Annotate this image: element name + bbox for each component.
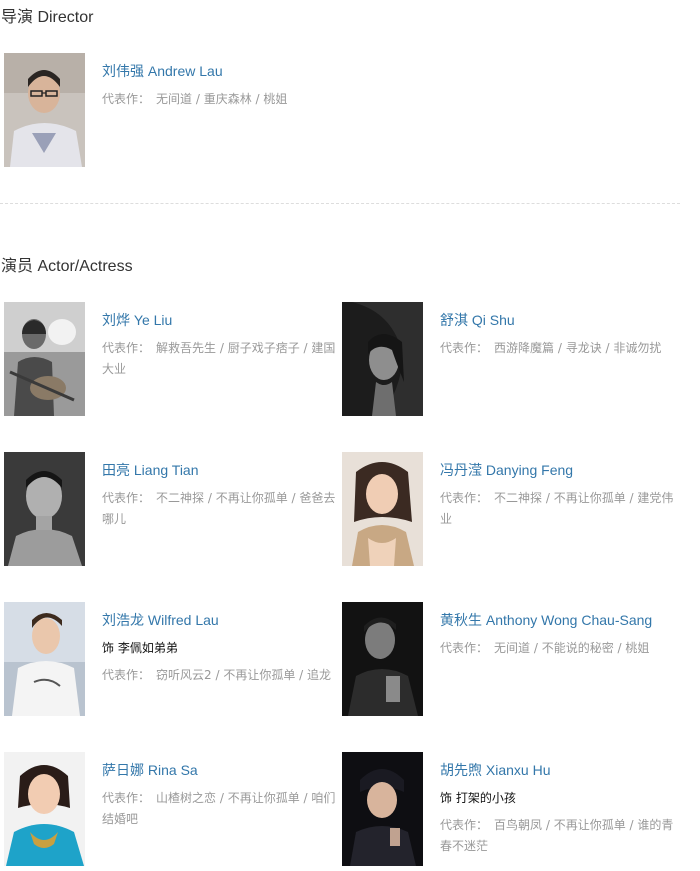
works-label: 代表作： bbox=[440, 491, 489, 505]
actor-photo[interactable] bbox=[4, 452, 85, 566]
actor-works: 代表作： 不二神探 / 不再让你孤单 / 建党伟业 bbox=[440, 488, 678, 530]
actor-name-link[interactable]: 萨日娜 Rina Sa bbox=[102, 760, 198, 780]
works-label: 代表作： bbox=[102, 341, 151, 355]
director-photo[interactable] bbox=[4, 53, 85, 167]
actor-works: 代表作： 无间道 / 不能说的秘密 / 桃姐 bbox=[440, 638, 678, 659]
section-divider bbox=[0, 203, 680, 204]
works-label: 代表作： bbox=[102, 92, 151, 106]
actor-name-link[interactable]: 舒淇 Qi Shu bbox=[440, 310, 515, 330]
actor-role: 饰 打架的小孩 bbox=[440, 791, 516, 805]
actor-name-link[interactable]: 刘烨 Ye Liu bbox=[102, 310, 172, 330]
actor-photo[interactable] bbox=[4, 302, 85, 416]
actor-works: 代表作： 不二神探 / 不再让你孤单 / 爸爸去哪儿 bbox=[102, 488, 340, 530]
actor-photo[interactable] bbox=[342, 602, 423, 716]
actor-works: 代表作： 西游降魔篇 / 寻龙诀 / 非诚勿扰 bbox=[440, 338, 678, 359]
actor-photo[interactable] bbox=[342, 302, 423, 416]
actor-name-link[interactable]: 胡先煦 Xianxu Hu bbox=[440, 760, 550, 780]
actor-name-link[interactable]: 田亮 Liang Tian bbox=[102, 460, 199, 480]
actor-photo[interactable] bbox=[342, 752, 423, 866]
works-list: 无间道 / 不能说的秘密 / 桃姐 bbox=[494, 641, 650, 655]
works-list: 西游降魔篇 / 寻龙诀 / 非诚勿扰 bbox=[494, 341, 662, 355]
actor-photo[interactable] bbox=[342, 452, 423, 566]
works-label: 代表作： bbox=[102, 668, 151, 682]
actor-name-link[interactable]: 刘浩龙 Wilfred Lau bbox=[102, 610, 219, 630]
director-works: 代表作： 无间道 / 重庆森林 / 桃姐 bbox=[102, 89, 340, 110]
portrait-photo-icon bbox=[342, 452, 423, 566]
works-label: 代表作： bbox=[102, 791, 151, 805]
portrait-photo-icon bbox=[4, 53, 85, 167]
director-name-link[interactable]: 刘伟强 Andrew Lau bbox=[102, 61, 223, 81]
actor-role: 饰 李佩如弟弟 bbox=[102, 641, 178, 655]
works-label: 代表作： bbox=[440, 818, 489, 832]
actor-works: 代表作： 山楂树之恋 / 不再让你孤单 / 咱们结婚吧 bbox=[102, 788, 340, 830]
actor-name-link[interactable]: 冯丹滢 Danying Feng bbox=[440, 460, 573, 480]
works-label: 代表作： bbox=[102, 491, 151, 505]
portrait-photo-icon bbox=[4, 452, 85, 566]
works-label: 代表作： bbox=[440, 641, 489, 655]
portrait-photo-icon bbox=[4, 302, 85, 416]
portrait-photo-icon bbox=[4, 602, 85, 716]
actor-works: 代表作： 百鸟朝凤 / 不再让你孤单 / 谁的青春不迷茫 bbox=[440, 815, 678, 857]
portrait-photo-icon bbox=[342, 602, 423, 716]
actor-section-title: 演员 Actor/Actress bbox=[1, 258, 133, 275]
works-list: 无间道 / 重庆森林 / 桃姐 bbox=[156, 92, 288, 106]
director-section-title: 导演 Director bbox=[1, 9, 94, 26]
actor-works: 代表作： 窃听风云2 / 不再让你孤单 / 追龙 bbox=[102, 665, 340, 686]
works-label: 代表作： bbox=[440, 341, 489, 355]
portrait-photo-icon bbox=[342, 302, 423, 416]
actor-works: 代表作： 解救吾先生 / 厨子戏子痞子 / 建国大业 bbox=[102, 338, 340, 380]
actor-photo[interactable] bbox=[4, 602, 85, 716]
portrait-photo-icon bbox=[342, 752, 423, 866]
actor-photo[interactable] bbox=[4, 752, 85, 866]
portrait-photo-icon bbox=[4, 752, 85, 866]
works-list: 窃听风云2 / 不再让你孤单 / 追龙 bbox=[156, 668, 331, 682]
actor-name-link[interactable]: 黄秋生 Anthony Wong Chau-Sang bbox=[440, 610, 652, 630]
